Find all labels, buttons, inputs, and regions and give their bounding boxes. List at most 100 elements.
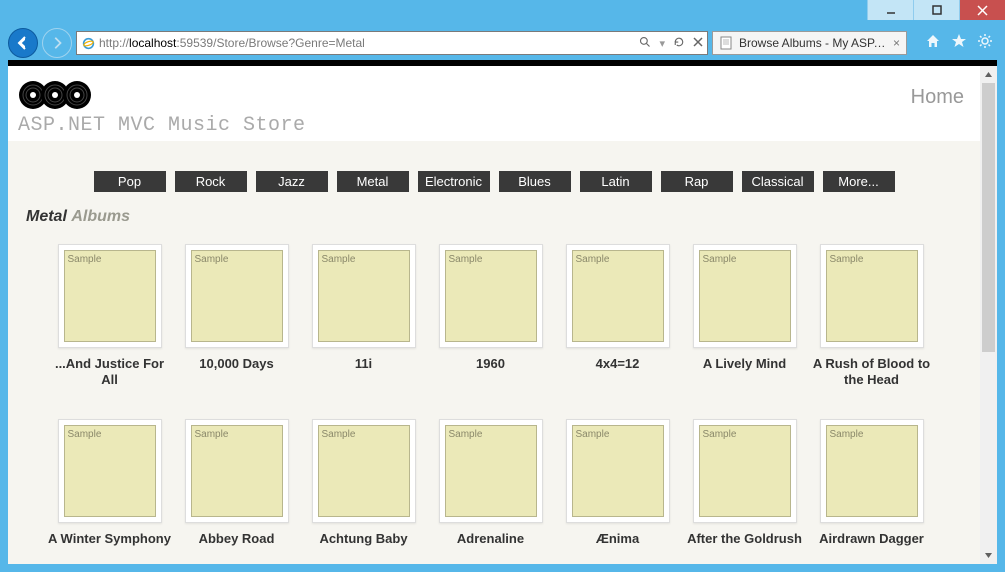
separator: ▾ <box>659 37 665 50</box>
genre-button-classical[interactable]: Classical <box>742 171 814 192</box>
genre-button-metal[interactable]: Metal <box>337 171 409 192</box>
minimize-button[interactable] <box>867 0 913 20</box>
album-title: 4x4=12 <box>554 356 681 372</box>
genre-button-more[interactable]: More... <box>823 171 895 192</box>
album-thumbnail: Sample <box>820 244 924 348</box>
album-thumbnail: Sample <box>566 244 670 348</box>
album-title: ...And Justice For All <box>46 356 173 389</box>
album-title: Adrenaline <box>427 531 554 547</box>
heading-genre: Metal <box>26 208 67 225</box>
album-title: Abbey Road <box>173 531 300 547</box>
forward-button[interactable] <box>42 28 72 58</box>
album-title: 10,000 Days <box>173 356 300 372</box>
sample-label: Sample <box>703 254 737 265</box>
album-thumbnail: Sample <box>185 244 289 348</box>
album-item[interactable]: Sample 4x4=12 <box>554 244 681 389</box>
tools-icon[interactable] <box>977 33 993 54</box>
genre-button-latin[interactable]: Latin <box>580 171 652 192</box>
favorites-icon[interactable] <box>951 33 967 54</box>
window-titlebar <box>0 0 1005 26</box>
page-heading: Metal Albums <box>26 208 972 226</box>
sample-label: Sample <box>830 429 864 440</box>
album-title: After the Goldrush <box>681 531 808 547</box>
genre-button-rap[interactable]: Rap <box>661 171 733 192</box>
album-item[interactable]: Sample After the Goldrush <box>681 419 808 547</box>
album-title: 1960 <box>427 356 554 372</box>
url-host: localhost <box>129 36 176 50</box>
sample-label: Sample <box>68 254 102 265</box>
album-item[interactable]: Sample ...And Justice For All <box>46 244 173 389</box>
album-item[interactable]: Sample 11i <box>300 244 427 389</box>
search-icon[interactable] <box>639 36 651 51</box>
tab-close-icon[interactable]: × <box>893 36 900 50</box>
vinyl-icon <box>18 80 96 108</box>
album-thumbnail: Sample <box>693 244 797 348</box>
genre-button-pop[interactable]: Pop <box>94 171 166 192</box>
album-thumbnail: Sample <box>439 419 543 523</box>
album-title: Airdrawn Dagger <box>808 531 935 547</box>
album-thumbnail: Sample <box>312 419 416 523</box>
site-logo[interactable]: ASP.NET MVC Music Store <box>18 80 306 137</box>
address-bar[interactable]: http://localhost:59539/Store/Browse?Genr… <box>76 31 708 55</box>
album-title: 11i <box>300 356 427 372</box>
url-path: /Store/Browse?Genre=Metal <box>213 36 365 50</box>
album-item[interactable]: Sample Adrenaline <box>427 419 554 547</box>
sample-label: Sample <box>322 254 356 265</box>
album-title: Ænima <box>554 531 681 547</box>
maximize-button[interactable] <box>913 0 959 20</box>
scroll-up-icon[interactable] <box>980 66 997 83</box>
heading-albums-word: Albums <box>71 208 130 225</box>
genre-button-rock[interactable]: Rock <box>175 171 247 192</box>
album-thumbnail: Sample <box>820 419 924 523</box>
album-item[interactable]: Sample A Rush of Blood to the Head <box>808 244 935 389</box>
album-thumbnail: Sample <box>693 419 797 523</box>
scroll-thumb[interactable] <box>982 83 995 352</box>
sample-label: Sample <box>830 254 864 265</box>
sample-label: Sample <box>576 429 610 440</box>
sample-label: Sample <box>703 429 737 440</box>
genre-button-electronic[interactable]: Electronic <box>418 171 490 192</box>
vertical-scrollbar[interactable] <box>980 66 997 564</box>
sample-label: Sample <box>449 429 483 440</box>
album-thumbnail: Sample <box>566 419 670 523</box>
album-title: A Lively Mind <box>681 356 808 372</box>
album-item[interactable]: Sample 1960 <box>427 244 554 389</box>
url-port: :59539 <box>176 36 213 50</box>
album-item[interactable]: Sample 10,000 Days <box>173 244 300 389</box>
sample-label: Sample <box>68 429 102 440</box>
genre-button-blues[interactable]: Blues <box>499 171 571 192</box>
album-thumbnail: Sample <box>58 419 162 523</box>
album-thumbnail: Sample <box>312 244 416 348</box>
scroll-down-icon[interactable] <box>980 547 997 564</box>
album-item[interactable]: Sample Achtung Baby <box>300 419 427 547</box>
sample-label: Sample <box>195 254 229 265</box>
album-item[interactable]: Sample Abbey Road <box>173 419 300 547</box>
album-item[interactable]: Sample A Winter Symphony <box>46 419 173 547</box>
album-grid: Sample ...And Justice For All Sample 10,000… <box>16 244 972 564</box>
sample-label: Sample <box>449 254 483 265</box>
sample-label: Sample <box>576 254 610 265</box>
url-scheme: http:// <box>99 36 129 50</box>
album-title: A Winter Symphony <box>46 531 173 547</box>
album-title: Achtung Baby <box>300 531 427 547</box>
album-title: A Rush of Blood to the Head <box>808 356 935 389</box>
back-button[interactable] <box>8 28 38 58</box>
genre-nav: Pop Rock Jazz Metal Electronic Blues Latin Rap C… <box>16 155 972 202</box>
close-button[interactable] <box>959 0 1005 20</box>
genre-button-jazz[interactable]: Jazz <box>256 171 328 192</box>
home-icon[interactable] <box>925 33 941 54</box>
album-thumbnail: Sample <box>58 244 162 348</box>
stop-icon[interactable] <box>693 37 703 50</box>
album-item[interactable]: Sample A Lively Mind <box>681 244 808 389</box>
scroll-track[interactable] <box>980 83 997 547</box>
ie-icon <box>81 36 95 50</box>
home-link[interactable]: Home <box>911 80 970 109</box>
album-item[interactable]: Sample Airdrawn Dagger <box>808 419 935 547</box>
tab-title: Browse Albums - My ASP.N... <box>739 36 887 50</box>
refresh-icon[interactable] <box>673 36 685 51</box>
album-thumbnail: Sample <box>439 244 543 348</box>
album-item[interactable]: Sample Ænima <box>554 419 681 547</box>
sample-label: Sample <box>322 429 356 440</box>
sample-label: Sample <box>195 429 229 440</box>
browser-tab[interactable]: Browse Albums - My ASP.N... × <box>712 31 907 55</box>
